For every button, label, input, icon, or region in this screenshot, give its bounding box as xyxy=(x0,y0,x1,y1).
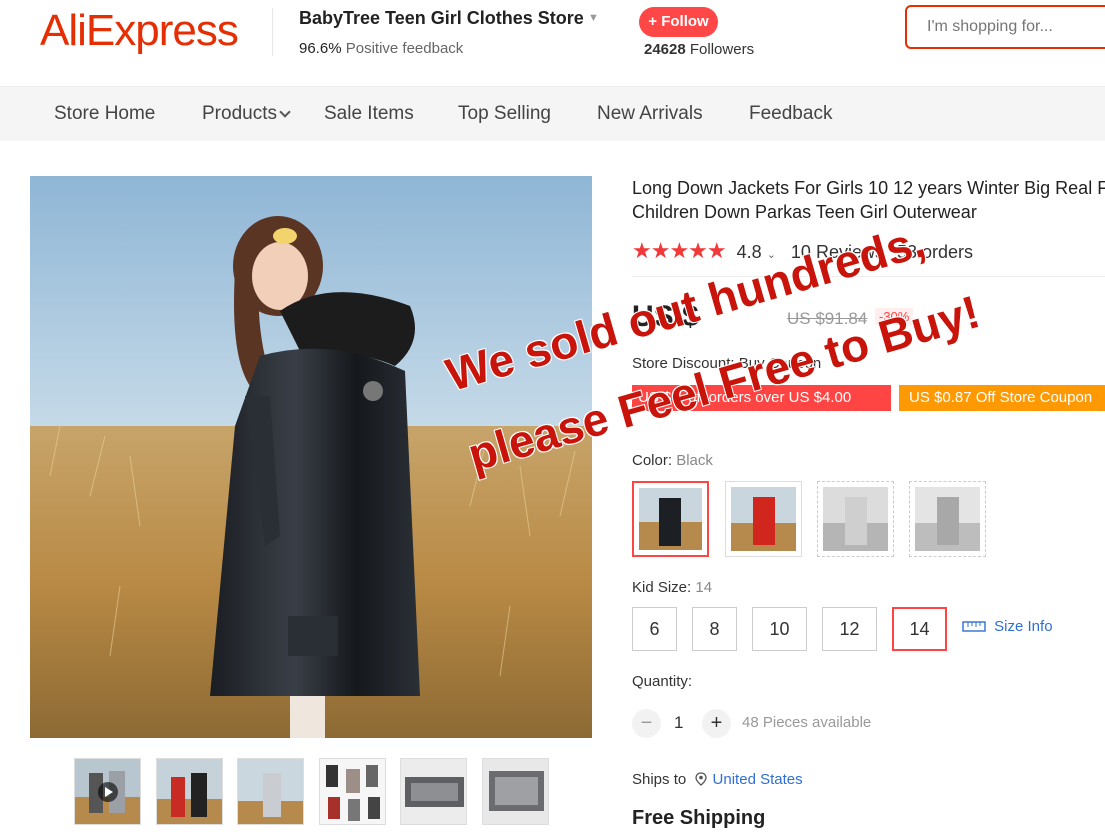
original-price: US $91.84 xyxy=(787,309,868,328)
product-title: Long Down Jackets For Girls 10 12 years … xyxy=(632,176,1105,224)
size-label: Kid Size: 14 xyxy=(632,579,712,596)
color-swatch-red[interactable] xyxy=(725,481,802,557)
color-value: Black xyxy=(676,452,713,469)
size-option-10[interactable]: 10 xyxy=(752,607,807,651)
coupon-orders-over[interactable]: US $... off orders over US $4.00 xyxy=(632,385,891,411)
orders-count: 53 orders xyxy=(896,242,974,262)
color-swatch-gray-unavailable[interactable] xyxy=(909,481,986,557)
color-label: Color: Black xyxy=(632,452,713,469)
nav-products-label: Products xyxy=(202,103,277,124)
nav-sale-items[interactable]: Sale Items xyxy=(324,103,414,125)
aliexpress-logo[interactable]: AliExpress xyxy=(40,6,239,56)
feedback-label: Positive feedback xyxy=(345,40,464,57)
store-nav: Store Home Products Sale Items Top Selli… xyxy=(0,86,1105,141)
nav-feedback[interactable]: Feedback xyxy=(749,103,832,125)
current-price: US $ xyxy=(632,300,699,333)
followers-number: 24628 xyxy=(644,41,686,58)
rating-value[interactable]: 4.8 xyxy=(737,242,762,262)
ships-to: Ships to United States xyxy=(632,771,803,788)
nav-store-home[interactable]: Store Home xyxy=(54,103,155,125)
nav-products[interactable]: Products xyxy=(202,103,291,125)
size-option-6[interactable]: 6 xyxy=(632,607,677,651)
size-option-12[interactable]: 12 xyxy=(822,607,877,651)
color-swatch-black[interactable] xyxy=(632,481,709,557)
chevron-down-icon[interactable]: ⌄ xyxy=(767,249,776,261)
reviews-link[interactable]: 10 Reviews xyxy=(791,242,884,262)
size-value: 14 xyxy=(695,579,713,596)
quantity-value[interactable]: 1 xyxy=(674,713,683,733)
product-main-image[interactable] xyxy=(30,176,592,738)
nav-new-arrivals[interactable]: New Arrivals xyxy=(597,103,703,125)
store-feedback: 96.6% Positive feedback xyxy=(299,40,463,57)
quantity-label: Quantity: xyxy=(632,673,693,690)
size-label-text: Kid Size: xyxy=(632,579,692,596)
thumbnail-image[interactable] xyxy=(237,758,304,825)
discount-badge: -30% xyxy=(875,308,914,325)
ships-to-label: Ships to xyxy=(632,771,687,788)
store-coupon-button[interactable]: US $0.87 Off Store Coupon xyxy=(899,385,1105,411)
followers-count: 24628 Followers xyxy=(644,41,754,58)
rating-row: ★★★★★ 4.8 ⌄ 10 Reviews 53 orders xyxy=(632,238,973,264)
thumbnail-image[interactable] xyxy=(156,758,223,825)
search-input[interactable] xyxy=(905,5,1105,49)
store-header: AliExpress BabyTree Teen Girl Clothes St… xyxy=(0,0,1105,86)
thumbnail-video[interactable] xyxy=(74,758,141,825)
pieces-available: 48 Pieces available xyxy=(742,714,872,731)
follow-button[interactable]: + Follow xyxy=(639,7,718,37)
location-pin-icon xyxy=(695,772,708,786)
store-discount: Store Discount: Buy Coupon xyxy=(632,355,821,372)
color-label-text: Color: xyxy=(632,452,673,469)
followers-label: Followers xyxy=(689,41,755,58)
header-divider xyxy=(272,8,273,56)
size-option-8[interactable]: 8 xyxy=(692,607,737,651)
product-title-line2: Children Down Parkas Teen Girl Outerwear xyxy=(632,202,977,222)
quantity-decrease-button[interactable]: − xyxy=(632,709,661,738)
size-option-14[interactable]: 14 xyxy=(892,607,947,651)
star-rating-icon: ★★★★★ xyxy=(632,238,727,263)
ship-location-link[interactable]: United States xyxy=(713,771,803,788)
size-info-link[interactable]: Size Info xyxy=(962,618,1053,635)
chevron-down-icon xyxy=(279,106,291,118)
quantity-increase-button[interactable]: + xyxy=(702,709,731,738)
store-name[interactable]: BabyTree Teen Girl Clothes Store xyxy=(299,8,584,29)
product-title-line1: Long Down Jackets For Girls 10 12 years … xyxy=(632,178,1105,198)
free-shipping: Free Shipping xyxy=(632,807,766,829)
feedback-value: 96.6% xyxy=(299,40,342,57)
chevron-down-icon[interactable]: ▼ xyxy=(588,12,599,24)
divider xyxy=(632,276,1105,277)
thumbnail-image[interactable] xyxy=(319,758,386,825)
thumbnail-image[interactable] xyxy=(400,758,467,825)
store-discount-value[interactable]: Buy Coupon xyxy=(739,355,822,372)
ruler-icon xyxy=(962,621,986,632)
thumbnail-image[interactable] xyxy=(482,758,549,825)
store-discount-label: Store Discount: xyxy=(632,355,735,372)
nav-top-selling[interactable]: Top Selling xyxy=(458,103,551,125)
size-info-label: Size Info xyxy=(994,618,1053,635)
color-swatch-silver-unavailable[interactable] xyxy=(817,481,894,557)
